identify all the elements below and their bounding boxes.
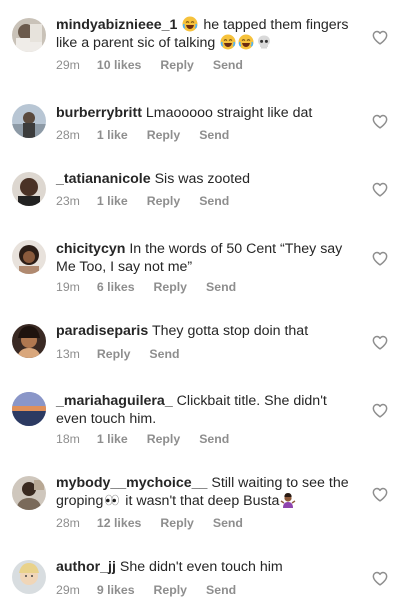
send-button[interactable]: Send	[199, 432, 229, 446]
avatar[interactable]	[12, 392, 46, 426]
face-with-tears-of-joy-emoji	[182, 16, 198, 32]
comment-username[interactable]: _tatiananicole	[56, 171, 151, 187]
comment-username[interactable]: author_jj	[56, 559, 116, 575]
comment-timestamp: 13m	[56, 347, 80, 361]
comment-text: burberrybritt Lmaooooo straight like dat	[56, 104, 356, 122]
comment-text: mindyabiznieee_1 he tapped them fingers …	[56, 16, 356, 52]
heart-outline-icon[interactable]	[372, 487, 388, 502]
avatar[interactable]	[12, 240, 46, 274]
heart-outline-icon[interactable]	[372, 114, 388, 129]
heart-outline-icon[interactable]	[372, 403, 388, 418]
reply-button[interactable]: Reply	[147, 194, 181, 208]
heart-outline-icon[interactable]	[372, 335, 388, 350]
comment-username[interactable]: mindyabiznieee_1	[56, 17, 177, 33]
comment-text: mybody__mychoice__ Still waiting to see …	[56, 474, 356, 510]
likes-count[interactable]: 12 likes	[97, 516, 141, 530]
avatar[interactable]	[12, 560, 46, 594]
comment-text: chicitycyn In the words of 50 Cent “They…	[56, 240, 356, 276]
send-button[interactable]: Send	[149, 347, 179, 361]
comment-meta: 13m Reply Send	[56, 347, 199, 361]
comment-username[interactable]: _mariahaguilera_	[56, 393, 173, 409]
send-button[interactable]: Send	[199, 128, 229, 142]
comment-meta: 28m 12 likes Reply Send	[56, 516, 262, 530]
heart-outline-icon[interactable]	[372, 571, 388, 586]
send-button[interactable]: Send	[199, 194, 229, 208]
comment-body: She didn't even touch him	[119, 559, 283, 575]
send-button[interactable]: Send	[206, 583, 236, 597]
likes-count[interactable]: 6 likes	[97, 280, 135, 294]
comment-timestamp: 18m	[56, 432, 80, 446]
comment-text: _tatiananicole Sis was zooted	[56, 170, 356, 188]
skull-emoji	[256, 34, 272, 50]
avatar[interactable]	[12, 172, 46, 206]
avatar[interactable]	[12, 104, 46, 138]
send-button[interactable]: Send	[206, 280, 236, 294]
comment-timestamp: 23m	[56, 194, 80, 208]
comment-meta: 23m 1 like Reply Send	[56, 194, 248, 208]
comment-username[interactable]: chicitycyn	[56, 241, 125, 257]
heart-outline-icon[interactable]	[372, 251, 388, 266]
comment-text: paradiseparis They gotta stop doin that	[56, 322, 356, 340]
comment-meta: 18m 1 like Reply Send	[56, 432, 248, 446]
avatar[interactable]	[12, 324, 46, 358]
reply-button[interactable]: Reply	[97, 347, 131, 361]
heart-outline-icon[interactable]	[372, 182, 388, 197]
reply-button[interactable]: Reply	[147, 432, 181, 446]
likes-count[interactable]: 1 like	[97, 128, 128, 142]
comment-meta: 29m 9 likes Reply Send	[56, 583, 255, 597]
comment-meta: 19m 6 likes Reply Send	[56, 280, 255, 294]
comment-timestamp: 29m	[56, 58, 80, 72]
reply-button[interactable]: Reply	[160, 516, 194, 530]
reply-button[interactable]: Reply	[160, 58, 194, 72]
avatar[interactable]	[12, 18, 46, 52]
comment-meta: 29m 10 likes Reply Send	[56, 58, 262, 72]
comment-timestamp: 19m	[56, 280, 80, 294]
comment-timestamp: 28m	[56, 516, 80, 530]
comment-body: Sis was zooted	[154, 171, 250, 187]
send-button[interactable]: Send	[213, 58, 243, 72]
heart-outline-icon[interactable]	[372, 30, 388, 45]
reply-button[interactable]: Reply	[147, 128, 181, 142]
avatar[interactable]	[12, 476, 46, 510]
likes-count[interactable]: 1 like	[97, 432, 128, 446]
comment-username[interactable]: burberrybritt	[56, 105, 142, 121]
face-with-tears-of-joy-emoji	[238, 34, 254, 50]
comment-text: author_jj She didn't even touch him	[56, 558, 356, 576]
comment-meta: 28m 1 like Reply Send	[56, 128, 248, 142]
send-button[interactable]: Send	[213, 516, 243, 530]
likes-count[interactable]: 9 likes	[97, 583, 135, 597]
comment-text: _mariahaguilera_ Clickbait title. She di…	[56, 392, 356, 428]
eyes-emoji	[104, 492, 120, 508]
comment-username[interactable]: paradiseparis	[56, 323, 148, 339]
reply-button[interactable]: Reply	[154, 280, 188, 294]
comment-body-continued: it wasn't that deep Busta	[125, 493, 280, 509]
comment-body: Lmaooooo straight like dat	[145, 105, 313, 121]
likes-count[interactable]: 1 like	[97, 194, 128, 208]
reply-button[interactable]: Reply	[154, 583, 188, 597]
comment-timestamp: 28m	[56, 128, 80, 142]
comment-username[interactable]: mybody__mychoice__	[56, 475, 207, 491]
comment-timestamp: 29m	[56, 583, 80, 597]
woman-shrugging-emoji	[280, 492, 296, 508]
face-with-tears-of-joy-emoji	[220, 34, 236, 50]
likes-count[interactable]: 10 likes	[97, 58, 141, 72]
comment-body: They gotta stop doin that	[151, 323, 309, 339]
